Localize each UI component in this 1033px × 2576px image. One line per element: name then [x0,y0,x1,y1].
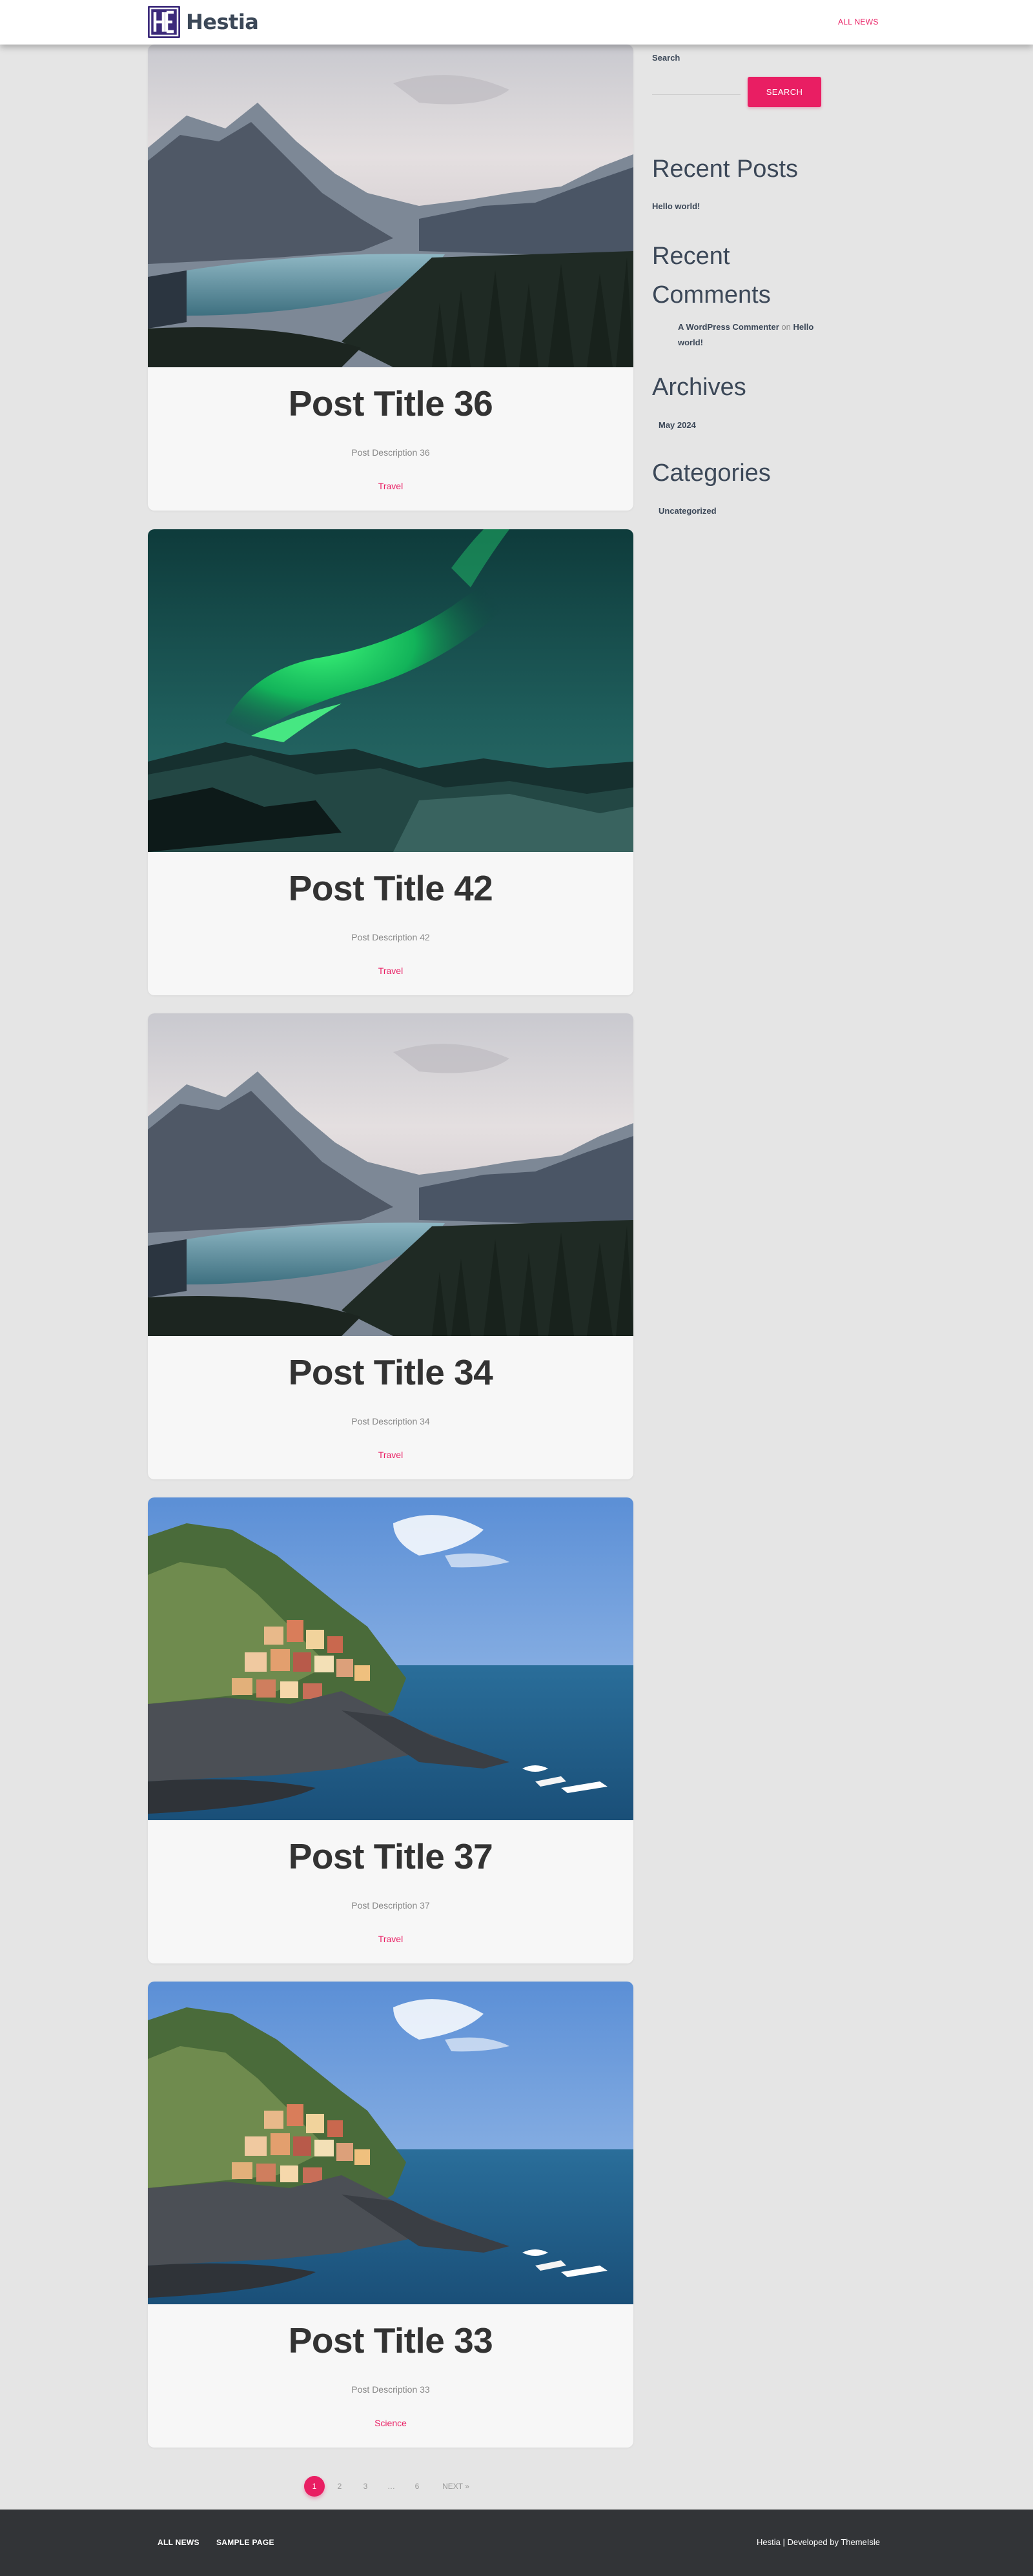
post-image-lake-mountains[interactable] [148,1013,633,1336]
footer-credit: Hestia | Developed by ThemeIsle [757,2537,881,2547]
footer-link-all-news[interactable]: ALL NEWS [158,2538,199,2547]
post-title[interactable]: Post Title 33 [148,2320,633,2361]
post-description: Post Description 34 [351,1416,430,1426]
post-description: Post Description 33 [351,2384,430,2395]
footer-link-sample-page[interactable]: SAMPLE PAGE [216,2538,274,2547]
post-card: Post Title 36 Post Description 36 Travel [148,45,633,511]
post-card: Post Title 42 Post Description 42 Travel [148,529,633,995]
post-image-lake-mountains[interactable] [148,45,633,367]
search-button[interactable]: SEARCH [748,77,821,107]
post-title[interactable]: Post Title 37 [148,1836,633,1877]
recent-post-link[interactable]: Hello world! [652,201,700,211]
hestia-logo-icon [148,6,180,38]
post-card: Post Title 34 Post Description 34 Travel [148,1013,633,1479]
comment-author-link[interactable]: A WordPress Commenter [678,322,779,332]
categories-title: Categories [652,460,771,487]
site-logo[interactable]: Hestia [148,6,259,38]
post-category-link[interactable]: Travel [148,966,633,976]
site-header: Hestia ALL NEWS [0,0,1033,45]
next-page-link[interactable]: NEXT » [436,2475,475,2498]
post-category-link[interactable]: Travel [148,1934,633,1944]
post-description: Post Description 37 [351,1900,430,1911]
search-label: Search [652,53,680,63]
category-link[interactable]: Uncategorized [659,506,717,516]
pagination-ellipsis: … [387,2482,395,2491]
post-description: Post Description 36 [351,447,430,458]
post-image-coastal-village[interactable] [148,1982,633,2304]
recent-posts-title: Recent Posts [652,156,798,183]
nav-item-all-news[interactable]: ALL NEWS [838,17,879,26]
archives-title: Archives [652,374,746,401]
page-1-link[interactable]: 1 [304,2476,325,2497]
post-category-link[interactable]: Travel [148,481,633,491]
recent-comments-title-line1: Recent [652,243,730,270]
comment-connector: on [781,322,791,332]
recent-comment-item: A WordPress Commenter on Hello world! [678,319,826,350]
post-category-link[interactable]: Science [148,2418,633,2428]
post-image-coastal-village[interactable] [148,1497,633,1820]
archive-link[interactable]: May 2024 [659,420,696,430]
page-6-link[interactable]: 6 [411,2475,424,2498]
page-2-link[interactable]: 2 [333,2475,346,2498]
site-footer: ALL NEWS SAMPLE PAGE Hestia | Developed … [0,2510,1033,2576]
post-image-aurora[interactable] [148,529,633,852]
post-description: Post Description 42 [351,932,430,942]
post-card: Post Title 37 Post Description 37 Travel [148,1497,633,1963]
post-title[interactable]: Post Title 36 [148,383,633,424]
post-category-link[interactable]: Travel [148,1450,633,1460]
post-title[interactable]: Post Title 42 [148,867,633,909]
recent-comments-title-line2: Comments [652,281,771,309]
page-3-link[interactable]: 3 [359,2475,372,2498]
pagination: 1 2 3 … 6 NEXT » [0,2475,1033,2498]
post-card: Post Title 33 Post Description 33 Scienc… [148,1982,633,2448]
post-title[interactable]: Post Title 34 [148,1352,633,1393]
search-input[interactable] [652,77,741,95]
logo-text: Hestia [186,10,259,34]
